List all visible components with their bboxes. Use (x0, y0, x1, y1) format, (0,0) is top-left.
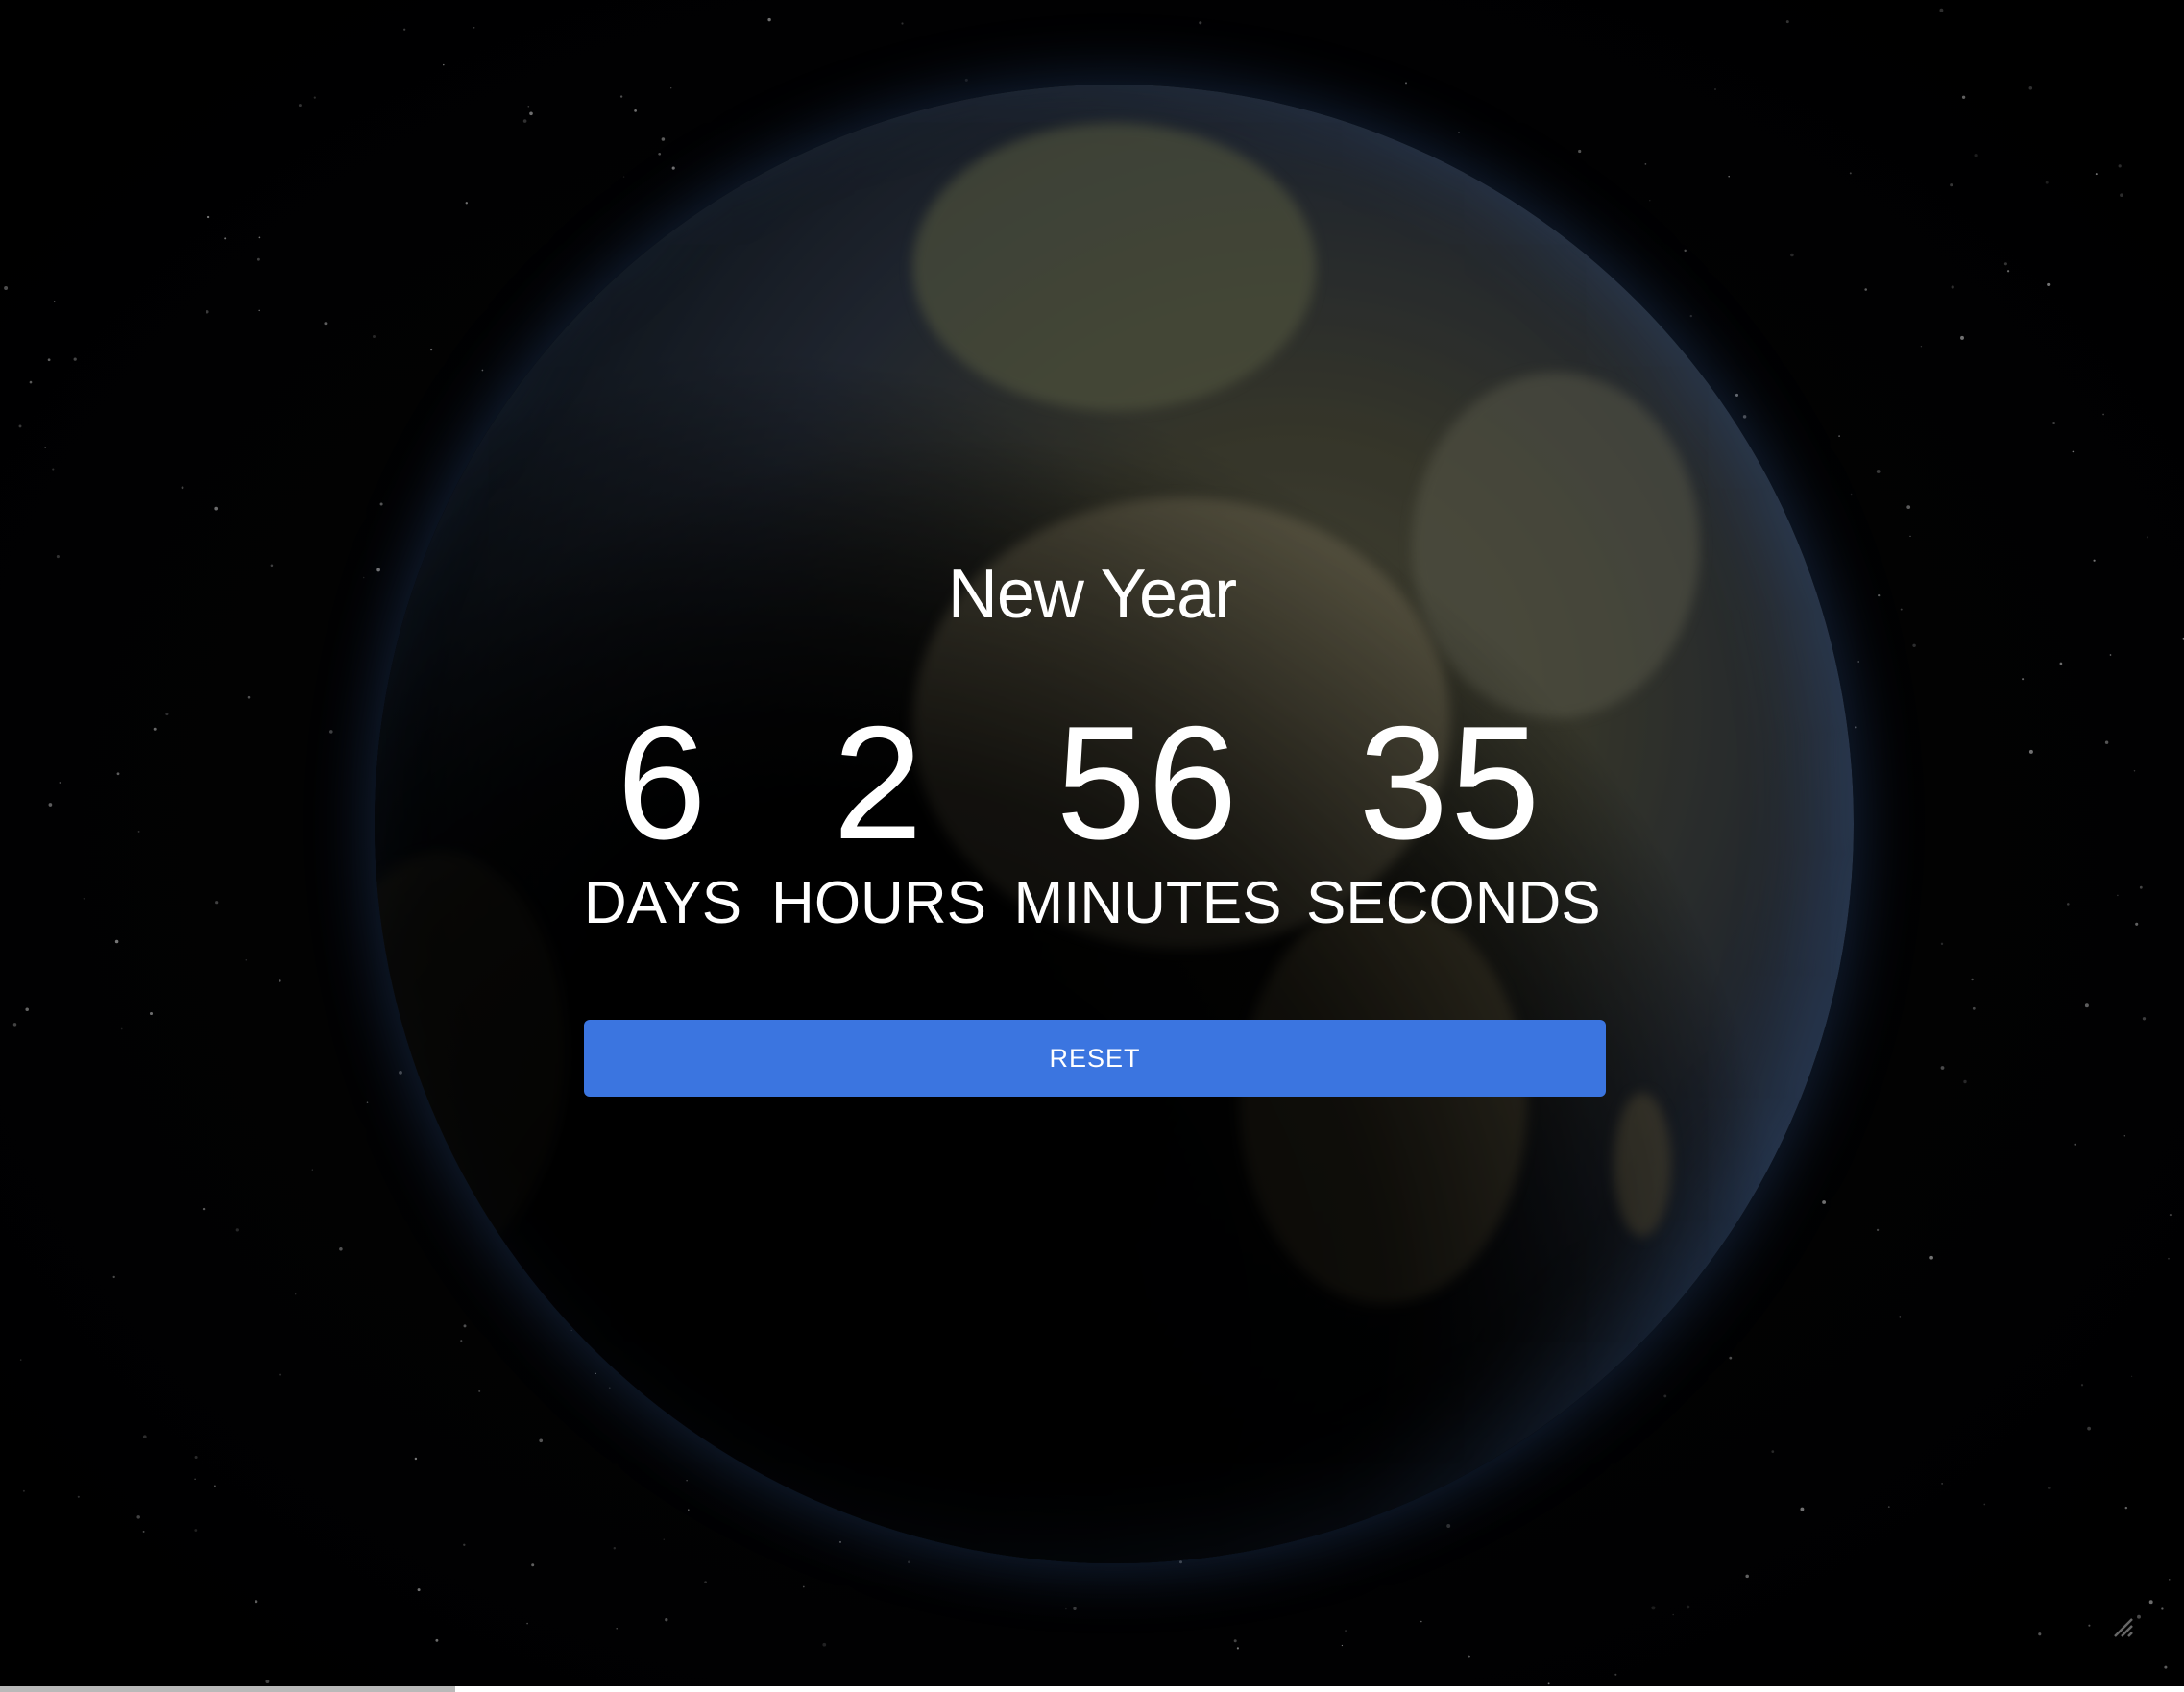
days-label: DAYS (583, 870, 742, 936)
days-unit: 6 DAYS (576, 701, 749, 937)
hours-value: 2 (833, 692, 925, 873)
horizontal-scrollbar-thumb[interactable] (0, 1686, 455, 1692)
seconds-label: SECONDS (1306, 870, 1601, 936)
minutes-label: MINUTES (1013, 870, 1282, 936)
countdown-content: New Year 6 DAYS 2 HOURS 56 MINUTES 35 SE… (0, 0, 2184, 1692)
minutes-value: 56 (1056, 692, 1240, 873)
minutes-unit: 56 MINUTES (1008, 701, 1287, 937)
countdown-title: New Year (947, 556, 1237, 633)
hours-unit: 2 HOURS (768, 701, 989, 937)
resize-handle-icon[interactable] (2111, 1615, 2136, 1640)
background-scene: New Year 6 DAYS 2 HOURS 56 MINUTES 35 SE… (0, 0, 2184, 1692)
seconds-value: 35 (1358, 692, 1542, 873)
seconds-unit: 35 SECONDS (1306, 692, 1601, 937)
hours-label: HOURS (771, 870, 986, 936)
days-value: 6 (617, 692, 709, 873)
reset-button[interactable]: RESET (584, 1020, 1606, 1097)
